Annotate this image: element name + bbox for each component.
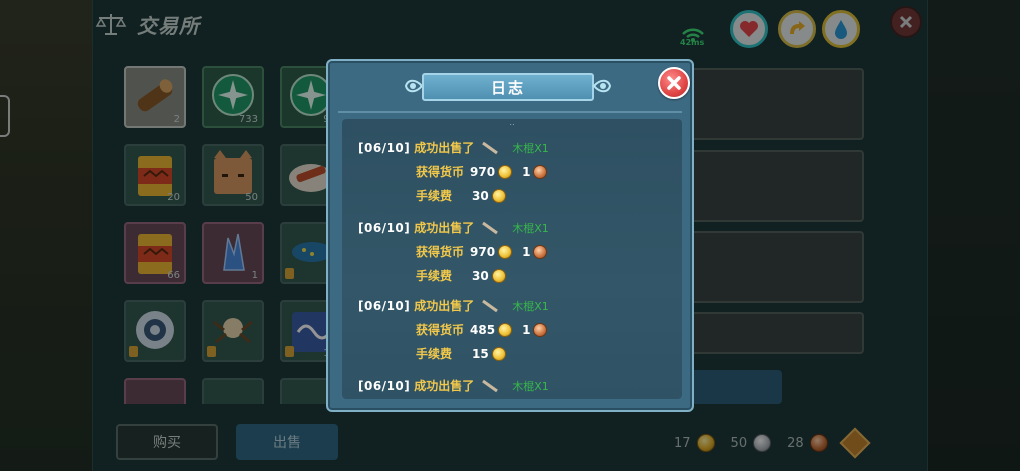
gold-coin-icon	[491, 188, 506, 203]
log-dialog: 日志 ‥ [06/10] 成功出售了 木棍X1 获得货币 970 1 手续费 3…	[326, 59, 694, 412]
ornament-icon	[592, 79, 612, 93]
log-entry-headline: [06/10] 成功出售了 木棍X1	[358, 219, 549, 236]
earned-label: 获得货币	[416, 323, 465, 337]
fee-amount: 30	[472, 268, 489, 283]
copper-coin-icon	[533, 322, 548, 337]
copper-coin-icon	[533, 164, 548, 179]
earned-copper: 1	[522, 164, 531, 179]
earned-copper: 1	[522, 244, 531, 259]
earned-copper: 1	[522, 322, 531, 337]
log-item: 木棍X1	[512, 379, 549, 393]
fee-label: 手续费	[416, 269, 453, 283]
log-action: 成功出售了	[414, 141, 475, 155]
log-date: [06/10]	[358, 298, 411, 313]
log-entry: [06/10] 成功出售了 木棍X1 获得货币 970 1 手续费 30	[342, 139, 682, 219]
log-fee-row: 手续费 30	[416, 267, 506, 284]
gold-coin-icon	[498, 244, 513, 259]
ornament-icon	[404, 79, 424, 93]
log-date: [06/10]	[358, 140, 411, 155]
copper-coin-icon	[533, 244, 548, 259]
log-action: 成功出售了	[414, 221, 475, 235]
divider	[338, 111, 682, 113]
earned-label: 获得货币	[416, 245, 465, 259]
log-title: 日志	[490, 78, 525, 97]
stick-icon	[482, 221, 499, 234]
fee-amount: 30	[472, 188, 489, 203]
log-entry-headline: [06/10] 成功出售了 木棍X1	[358, 297, 549, 314]
log-earned-row: 获得货币 970 1	[416, 163, 548, 180]
fee-amount: 15	[472, 346, 489, 361]
log-dialog-header: 日志	[404, 69, 612, 105]
earned-gold: 970	[470, 244, 496, 259]
log-item: 木棍X1	[512, 221, 549, 235]
fee-label: 手续费	[416, 347, 453, 361]
log-entry: [06/10] 成功出售了 木棍X1 获得货币 970 1 手续费 30	[342, 219, 682, 299]
log-entry-headline: [06/10] 成功出售了 木棍X1	[358, 139, 549, 156]
log-title-bar: 日志	[422, 73, 594, 101]
stick-icon	[482, 299, 499, 312]
log-action: 成功出售了	[414, 299, 475, 313]
log-date: [06/10]	[358, 378, 411, 393]
log-list[interactable]: ‥ [06/10] 成功出售了 木棍X1 获得货币 970 1 手续费 30 […	[342, 119, 682, 399]
close-icon	[667, 76, 681, 90]
gold-coin-icon	[491, 268, 506, 283]
stick-icon	[482, 379, 499, 392]
close-log-button[interactable]	[658, 67, 690, 99]
log-date: [06/10]	[358, 220, 411, 235]
log-fee-row: 手续费 30	[416, 187, 506, 204]
gold-coin-icon	[491, 346, 506, 361]
log-item: 木棍X1	[512, 141, 549, 155]
earned-gold: 970	[470, 164, 496, 179]
fee-label: 手续费	[416, 189, 453, 203]
scroll-indicator: ‥	[509, 119, 515, 127]
stick-icon	[482, 141, 499, 154]
gold-coin-icon	[498, 164, 513, 179]
log-action: 成功出售了	[414, 379, 475, 393]
log-fee-row: 手续费 15	[416, 345, 506, 362]
log-entry: [06/10] 成功出售了 木棍X1 获得货币 485 1 手续费 15	[342, 297, 682, 377]
log-entry-headline: [06/10] 成功出售了 木棍X1	[358, 377, 549, 394]
gold-coin-icon	[498, 322, 513, 337]
log-entry: [06/10] 成功出售了 木棍X1	[342, 377, 682, 399]
log-item: 木棍X1	[512, 299, 549, 313]
earned-gold: 485	[470, 322, 496, 337]
log-earned-row: 获得货币 970 1	[416, 243, 548, 260]
log-earned-row: 获得货币 485 1	[416, 321, 548, 338]
earned-label: 获得货币	[416, 165, 465, 179]
